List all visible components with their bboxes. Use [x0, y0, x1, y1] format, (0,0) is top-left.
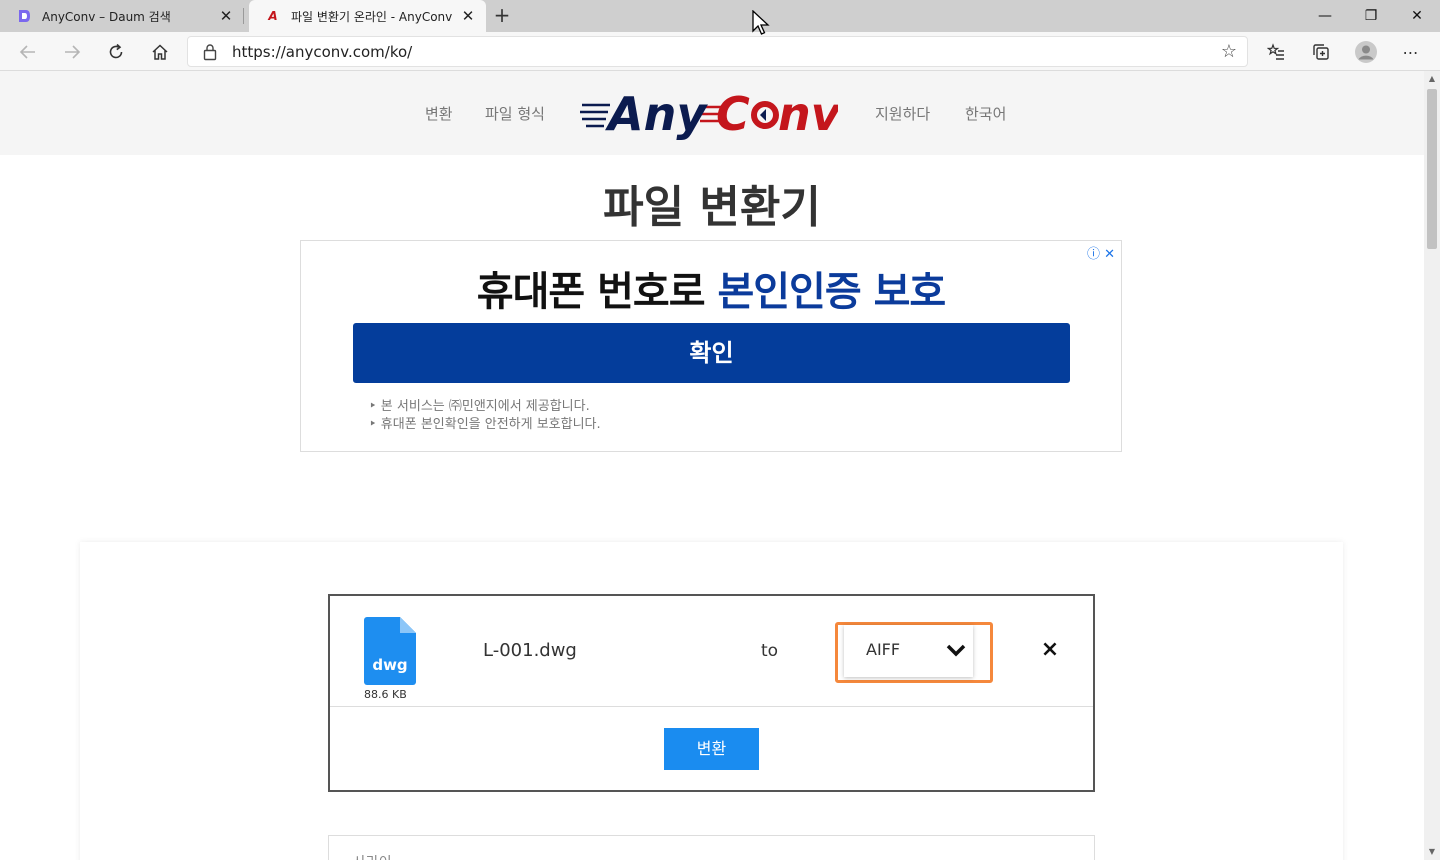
ad-confirm-button[interactable]: 확인 [353, 323, 1070, 383]
file-name: L-001.dwg [483, 640, 577, 661]
svg-text:C: C [716, 87, 750, 141]
scrollbar-thumb[interactable] [1427, 89, 1437, 249]
ad-headline: 휴대폰 번호로 본인인증 보호 [301, 259, 1121, 317]
web-page: 변환 파일 형식 Any C nv 지원하다 한국어 파일 변환기 ⓘ ✕ 휴대… [0, 71, 1424, 860]
tab-close-icon[interactable]: ✕ [456, 7, 480, 25]
output-format-select[interactable]: AIFF [844, 625, 973, 677]
nav-support-link[interactable]: 지원하다 [875, 103, 930, 124]
page-title: 파일 변환기 [603, 182, 821, 233]
nav-file-formats-link[interactable]: 파일 형식 [485, 103, 545, 124]
advertisement-banner[interactable]: ⓘ ✕ 휴대폰 번호로 본인인증 보호 확인 ‣ 본 서비스는 ㈜민앤지에서 제… [300, 240, 1122, 452]
favorite-star-icon[interactable]: ☆ [1221, 41, 1237, 62]
divider [330, 706, 1093, 707]
site-header: 변환 파일 형식 Any C nv 지원하다 한국어 [0, 71, 1424, 155]
new-tab-button[interactable]: + [490, 4, 514, 28]
convert-button[interactable]: 변환 [664, 728, 759, 770]
remove-file-icon[interactable]: × [1039, 638, 1061, 662]
refresh-icon[interactable] [100, 36, 132, 68]
tab-title: 파일 변환기 온라인 - AnyConv [291, 9, 453, 24]
collections-icon[interactable] [1305, 36, 1337, 68]
chevron-down-icon [946, 644, 966, 657]
next-section-text: 사라이 [353, 852, 392, 860]
tab-daum-search[interactable]: AnyConv – Daum 검색 ✕ [0, 0, 244, 32]
page-scrollbar[interactable]: ▲ ▼ [1424, 71, 1440, 860]
more-menu-icon[interactable]: ⋯ [1395, 36, 1427, 68]
svg-text:nv: nv [778, 87, 838, 141]
home-icon[interactable] [144, 36, 176, 68]
svg-text:Any: Any [605, 87, 708, 141]
address-bar[interactable]: https://anyconv.com/ko/ ☆ [187, 36, 1248, 67]
close-window-button[interactable]: ✕ [1394, 0, 1440, 32]
anyconv-icon: A [268, 9, 278, 23]
back-icon[interactable] [12, 36, 44, 68]
file-icon [364, 617, 416, 685]
forward-icon[interactable] [56, 36, 88, 68]
anyconv-logo[interactable]: Any C nv [580, 85, 843, 141]
daum-icon [16, 8, 32, 24]
favorites-list-icon[interactable] [1260, 36, 1292, 68]
ad-headline-highlight: 본인인증 보호 [717, 269, 946, 315]
tab-anyconv[interactable]: A 파일 변환기 온라인 - AnyConv ✕ [249, 0, 486, 32]
tab-strip: AnyConv – Daum 검색 ✕ A 파일 변환기 온라인 - AnyCo… [0, 0, 1440, 32]
file-size: 88.6 KB [364, 688, 407, 701]
ad-note: ‣ 본 서비스는 ㈜민앤지에서 제공합니다. [369, 399, 590, 414]
url-text: https://anyconv.com/ko/ [232, 43, 413, 61]
mouse-cursor-icon [752, 10, 770, 35]
minimize-button[interactable]: — [1302, 0, 1348, 32]
browser-toolbar: https://anyconv.com/ko/ ☆ ⋯ [0, 32, 1440, 71]
selected-format: AIFF [866, 640, 901, 659]
restore-button[interactable]: ❐ [1348, 0, 1394, 32]
file-extension-label: dwg [372, 656, 408, 674]
scroll-down-icon[interactable]: ▼ [1424, 844, 1440, 860]
nav-language-link[interactable]: 한국어 [965, 103, 1006, 124]
tab-title: AnyConv – Daum 검색 [42, 9, 171, 24]
ad-note: ‣ 휴대폰 본인확인을 안전하게 보호합니다. [369, 417, 601, 432]
profile-avatar-icon[interactable] [1350, 36, 1382, 68]
next-section-box: 사라이 [328, 835, 1095, 860]
ad-headline-plain: 휴대폰 번호로 [476, 269, 718, 315]
lock-icon [202, 43, 218, 61]
tab-close-icon[interactable]: ✕ [214, 7, 238, 25]
conversion-panel: dwg 88.6 KB L-001.dwg to AIFF × 변환 [328, 594, 1095, 792]
scroll-up-icon[interactable]: ▲ [1424, 71, 1440, 87]
to-label: to [761, 641, 779, 661]
nav-convert-link[interactable]: 변환 [425, 103, 453, 124]
